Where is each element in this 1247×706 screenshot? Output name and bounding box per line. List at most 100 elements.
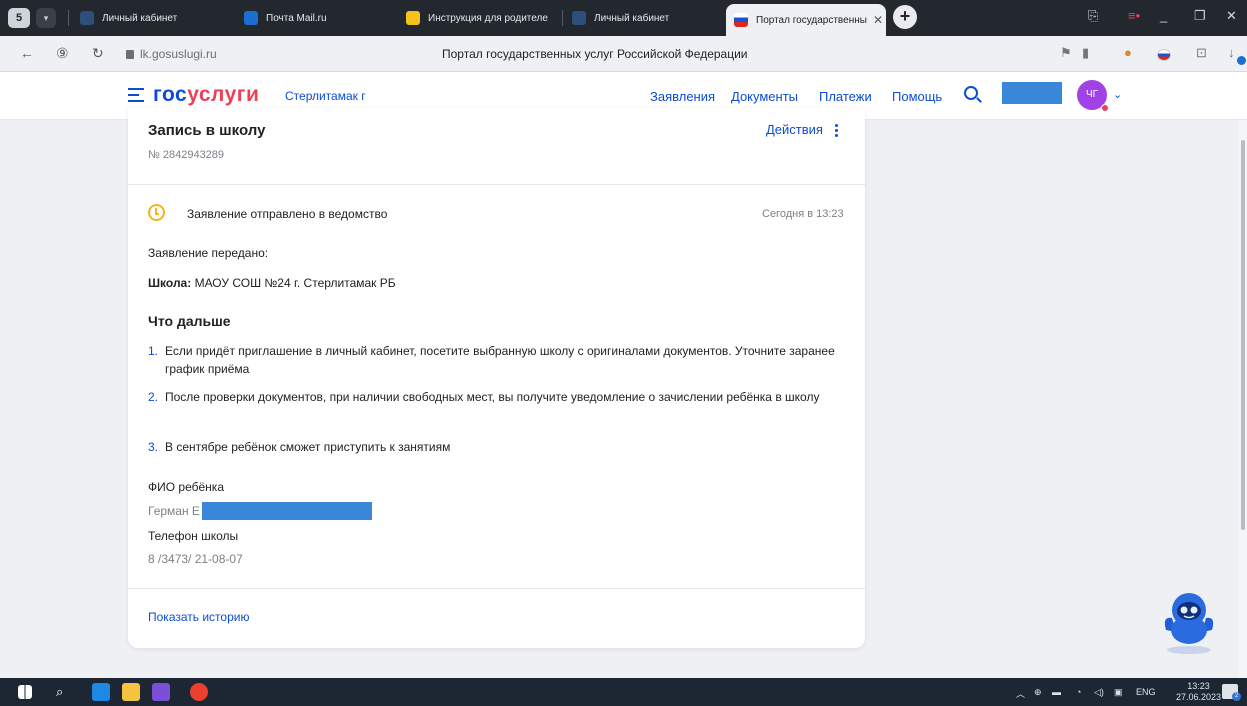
divider <box>128 588 865 589</box>
restore-icon[interactable]: ❐ <box>1194 8 1206 24</box>
close-tab-icon[interactable]: ✕ <box>873 13 883 27</box>
menu-icon[interactable] <box>128 88 144 102</box>
app-icon[interactable] <box>92 683 110 701</box>
school-label: Школа: <box>148 276 192 290</box>
es-favicon-icon <box>80 11 94 25</box>
translate-icon[interactable]: ⚑ <box>1060 45 1072 61</box>
actions-button[interactable]: Действия <box>766 122 823 137</box>
back-arrow-icon[interactable]: ← <box>20 45 34 61</box>
es-favicon-icon <box>572 11 586 25</box>
school-phone-label: Телефон школы <box>148 529 239 543</box>
search-icon[interactable] <box>964 86 978 100</box>
clock-icon <box>148 204 165 221</box>
address-bar: ← ⑨ ↻ lk.gosuslugi.ru Портал государстве… <box>0 36 1247 72</box>
step-number: 3. <box>148 440 159 454</box>
nav-documents[interactable]: Документы <box>731 89 798 104</box>
lock-icon <box>126 50 134 59</box>
clock-time: 13:23 <box>1187 681 1210 691</box>
application-title: Запись в школу <box>148 122 266 139</box>
page-title: Портал государственных услуг Российской … <box>442 47 748 61</box>
browser-tab-bar: 5 ▾ Личный кабинет Почта Mail.ru Инструк… <box>0 0 1247 36</box>
notification-dot <box>1101 104 1109 112</box>
tab-mail[interactable]: Почта Mail.ru <box>244 4 384 32</box>
volume-icon[interactable]: ◁) <box>1094 687 1104 698</box>
list-item: 1. Если придёт приглашение в личный каби… <box>148 342 848 378</box>
minimize-icon[interactable]: _ <box>1160 8 1167 23</box>
windows-taskbar: ⌕ ︿ ⊕ ▬ ◔ ◁) ▣ ENG 13:23 27.06.2023 2 <box>0 678 1247 706</box>
school-phone-value: 8 /3473/ 21-08-07 <box>148 552 243 566</box>
url-field[interactable]: lk.gosuslugi.ru <box>126 47 217 61</box>
redacted-child-name <box>202 502 372 520</box>
nav-applications[interactable]: Заявления <box>650 89 715 104</box>
collections-icon[interactable]: ⎘ <box>1088 8 1098 24</box>
russia-flag-extension-icon[interactable] <box>1157 49 1171 61</box>
region-selector[interactable]: Стерлитамак г <box>285 89 366 103</box>
reload-icon[interactable]: ↻ <box>92 45 104 62</box>
taskbar-clock[interactable]: 13:23 27.06.2023 <box>1176 681 1221 703</box>
tab-gosuslugi-active[interactable]: Портал государственны ✕ <box>726 4 886 36</box>
wifi-icon[interactable]: ◔ <box>1076 687 1081 697</box>
new-tab-button[interactable]: + <box>893 5 917 29</box>
search-icon[interactable]: ⌕ <box>56 683 74 701</box>
tab-lk-1[interactable]: Личный кабинет <box>80 4 230 32</box>
yandex-icon[interactable]: ⑨ <box>56 45 69 62</box>
application-card: Запись в школу № 2842943289 Действия Зая… <box>128 108 865 648</box>
list-item: 3. В сентябре ребёнок сможет приступить … <box>148 438 848 456</box>
child-name-label: ФИО ребёнка <box>148 480 224 494</box>
step-text: Если придёт приглашение в личный кабинет… <box>165 344 835 376</box>
notification-count-badge: 2 <box>1232 692 1241 701</box>
list-item: 2. После проверки документов, при наличи… <box>148 388 848 406</box>
extension-icon[interactable]: ● <box>1124 45 1132 60</box>
application-number: № 2842943289 <box>148 149 225 161</box>
step-number: 2. <box>148 390 159 404</box>
robot-assistant-icon[interactable] <box>1158 586 1220 654</box>
language-indicator[interactable]: ENG <box>1136 687 1156 697</box>
gosuslugi-logo[interactable]: госуслуги <box>153 83 259 107</box>
transferred-label: Заявление передано: <box>148 246 269 260</box>
notifications-icon[interactable]: ≡• <box>1128 8 1140 23</box>
nav-help[interactable]: Помощь <box>892 89 942 104</box>
tab-instruction[interactable]: Инструкция для родителе <box>406 4 556 32</box>
browser-app-badge[interactable]: 5 <box>8 8 30 28</box>
tab-label: Почта Mail.ru <box>266 12 327 24</box>
yandex-browser-icon[interactable] <box>190 683 208 701</box>
tray-icon[interactable]: ⊕ <box>1034 687 1042 698</box>
battery-icon[interactable]: ▬ <box>1052 687 1061 697</box>
tab-label: Личный кабинет <box>594 12 670 24</box>
tab-divider <box>68 10 69 26</box>
next-steps-heading: Что дальше <box>148 313 231 329</box>
tabs-menu-icon[interactable]: ▾ <box>36 8 56 28</box>
screen-icon[interactable]: ▣ <box>1114 687 1123 698</box>
school-line: Школа: МАОУ СОШ №24 г. Стерлитамак РБ <box>148 276 396 290</box>
step-number: 1. <box>148 344 159 358</box>
tray-chevron-icon[interactable]: ︿ <box>1016 687 1025 700</box>
step-text: После проверки документов, при наличии с… <box>165 390 820 404</box>
tab-label: Портал государственны <box>756 14 867 26</box>
tab-divider <box>562 10 563 26</box>
document-favicon-icon <box>406 11 420 25</box>
child-name-value: Герман Е <box>148 504 200 518</box>
tab-lk-2[interactable]: Личный кабинет <box>572 4 712 32</box>
download-badge <box>1237 56 1246 65</box>
close-window-icon[interactable]: ✕ <box>1226 8 1237 24</box>
divider <box>128 184 865 185</box>
show-history-link[interactable]: Показать историю <box>148 610 249 624</box>
file-explorer-icon[interactable] <box>122 683 140 701</box>
russia-flag-favicon-icon <box>734 13 748 27</box>
kebab-menu-icon[interactable] <box>835 124 838 139</box>
step-text: В сентябре ребёнок сможет приступить к з… <box>165 440 451 454</box>
gift-icon[interactable]: ⊡ <box>1196 45 1207 61</box>
clock-date: 27.06.2023 <box>1176 692 1222 702</box>
redacted-user-name <box>1002 82 1062 104</box>
scrollbar-thumb[interactable] <box>1241 140 1245 530</box>
app-icon[interactable] <box>152 683 170 701</box>
status-timestamp: Сегодня в 13:23 <box>762 208 844 220</box>
windows-start-icon[interactable] <box>18 685 32 699</box>
mail-favicon-icon <box>244 11 258 25</box>
status-text: Заявление отправлено в ведомство <box>187 207 388 221</box>
nav-payments[interactable]: Платежи <box>819 89 872 104</box>
bookmark-icon[interactable]: ▮ <box>1082 45 1089 61</box>
download-icon[interactable]: ↓ <box>1228 45 1235 60</box>
chevron-down-icon[interactable]: ⌄ <box>1113 88 1122 101</box>
tab-label: Личный кабинет <box>102 12 178 24</box>
